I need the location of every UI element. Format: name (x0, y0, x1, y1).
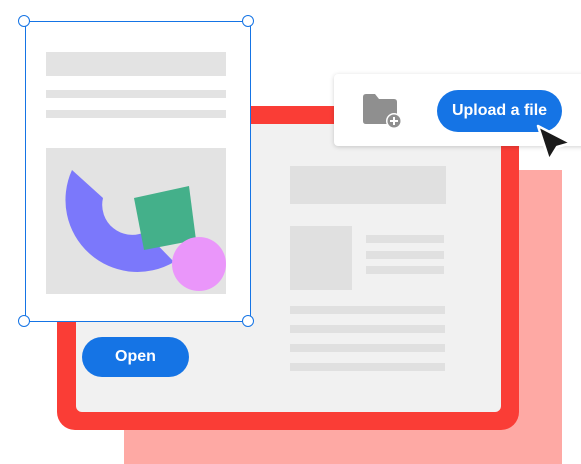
folder-add-icon[interactable] (361, 91, 403, 129)
resize-handle-top-right[interactable] (242, 15, 254, 27)
document-text-line (290, 344, 445, 352)
document-text-line (366, 266, 444, 274)
card-text-line (46, 110, 226, 118)
document-text-line (366, 235, 444, 243)
resize-handle-bottom-left[interactable] (18, 315, 30, 327)
open-button[interactable]: Open (82, 337, 189, 377)
document-text-line (290, 363, 445, 371)
document-text-line (290, 325, 445, 333)
card-title-placeholder (46, 52, 226, 76)
document-text-line (366, 251, 444, 259)
mouse-pointer-icon (528, 118, 576, 166)
card-illustration (46, 148, 226, 294)
resize-handle-top-left[interactable] (18, 15, 30, 27)
pink-circle-shape (172, 237, 226, 291)
card-text-line (46, 90, 226, 98)
document-heading-placeholder (290, 166, 446, 204)
document-text-line (290, 306, 445, 314)
resize-handle-bottom-right[interactable] (242, 315, 254, 327)
document-image-placeholder (290, 226, 352, 290)
